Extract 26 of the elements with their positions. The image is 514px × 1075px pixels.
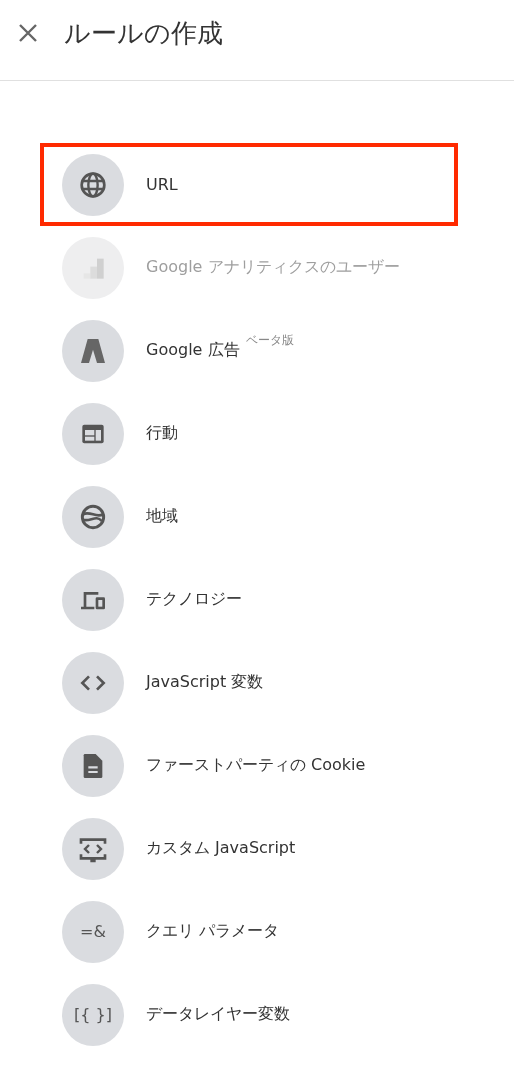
dialog-title: ルールの作成 (64, 16, 223, 50)
option-label: 地域 (146, 506, 178, 527)
option-label: URL (146, 175, 178, 194)
option-label: ファーストパーティの Cookie (146, 755, 366, 776)
option-label: テクノロジー (146, 589, 242, 610)
rule-option[interactable]: 地域 (40, 475, 458, 558)
highlighted-rule-option[interactable]: URL (40, 143, 458, 226)
option-label: Google 広告 (146, 340, 240, 361)
rule-option[interactable]: ファーストパーティの Cookie (40, 724, 458, 807)
symbol-icon: =& (80, 922, 106, 941)
rule-option[interactable]: =& クエリ パラメータ (40, 890, 458, 973)
rule-option[interactable]: [{ }] データレイヤー変数 (40, 973, 458, 1056)
beta-label: ベータ版 (245, 332, 294, 349)
option-label: データレイヤー変数 (146, 1004, 290, 1025)
rule-option[interactable]: Google 広告 ベータ版 (40, 309, 458, 392)
rule-option[interactable]: カスタム JavaScript (40, 807, 458, 890)
symbol-icon: [{ }] (74, 1005, 112, 1024)
option-label: JavaScript 変数 (146, 672, 264, 693)
rule-option[interactable]: テクノロジー (40, 558, 458, 641)
option-label: カスタム JavaScript (146, 838, 296, 859)
rule-option[interactable]: JavaScript 変数 (40, 641, 458, 724)
close-icon (18, 23, 38, 43)
rule-option[interactable]: 行動 (40, 392, 458, 475)
option-label: Google アナリティクスのユーザー (146, 257, 400, 278)
option-label: 行動 (146, 423, 178, 444)
option-label: クエリ パラメータ (146, 921, 280, 942)
